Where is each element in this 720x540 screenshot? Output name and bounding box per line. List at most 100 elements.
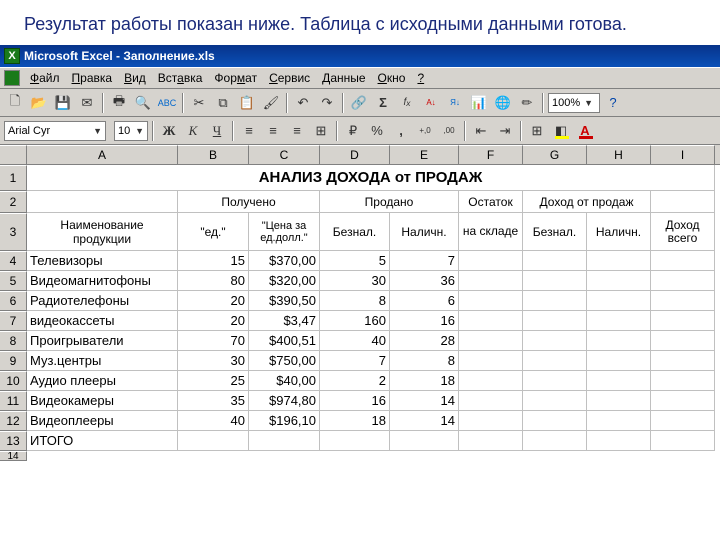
cell[interactable]: 160 xyxy=(320,311,390,331)
cell[interactable]: 16 xyxy=(390,311,459,331)
open-icon[interactable]: 📂 xyxy=(28,92,50,114)
menu-bar[interactable]: Файл Правка Вид Вставка Формат Сервис Да… xyxy=(0,67,720,89)
cell[interactable]: 18 xyxy=(390,371,459,391)
cell[interactable] xyxy=(587,271,651,291)
cell[interactable] xyxy=(27,191,178,213)
cut-icon[interactable]: ✂ xyxy=(188,92,210,114)
menu-view[interactable]: Вид xyxy=(118,69,152,87)
row-header[interactable]: 3 xyxy=(0,213,27,251)
row-header[interactable]: 10 xyxy=(0,371,27,391)
row-header[interactable]: 9 xyxy=(0,351,27,371)
chart-icon[interactable]: 📊 xyxy=(468,92,490,114)
cell[interactable] xyxy=(320,431,390,451)
cell[interactable]: $40,00 xyxy=(249,371,320,391)
align-right-icon[interactable]: ≡ xyxy=(286,120,308,142)
fill-color-icon[interactable]: ◧ xyxy=(550,120,572,142)
undo-icon[interactable]: ↶ xyxy=(292,92,314,114)
cell[interactable]: 35 xyxy=(178,391,249,411)
cell[interactable] xyxy=(523,331,587,351)
cell[interactable] xyxy=(587,351,651,371)
menu-window[interactable]: Окно xyxy=(372,69,412,87)
cell[interactable] xyxy=(587,371,651,391)
cell[interactable]: $750,00 xyxy=(249,351,320,371)
cell[interactable] xyxy=(459,431,523,451)
header-product-name[interactable]: Наименование продукции xyxy=(27,213,178,251)
row-header[interactable]: 2 xyxy=(0,191,27,213)
cell[interactable] xyxy=(459,391,523,411)
cell[interactable]: 15 xyxy=(178,251,249,271)
help-icon[interactable]: ? xyxy=(602,92,624,114)
cell[interactable]: Видеоплееры xyxy=(27,411,178,431)
cell[interactable]: Видеокамеры xyxy=(27,391,178,411)
increase-decimal-icon[interactable]: +,0 xyxy=(414,120,436,142)
row-header[interactable]: 1 xyxy=(0,165,27,191)
cell[interactable]: 20 xyxy=(178,291,249,311)
menu-format[interactable]: Формат xyxy=(208,69,263,87)
cell[interactable]: 25 xyxy=(178,371,249,391)
autosum-icon[interactable]: Σ xyxy=(372,92,394,114)
row-header[interactable]: 7 xyxy=(0,311,27,331)
cell[interactable] xyxy=(249,431,320,451)
paste-icon[interactable]: 📋 xyxy=(236,92,258,114)
cell[interactable] xyxy=(459,291,523,311)
cell[interactable]: 16 xyxy=(320,391,390,411)
menu-file[interactable]: Файл xyxy=(24,69,66,87)
cell[interactable] xyxy=(390,431,459,451)
header-cashless[interactable]: Безнал. xyxy=(320,213,390,251)
menu-data[interactable]: Данные xyxy=(316,69,371,87)
col-header-d[interactable]: D xyxy=(320,145,390,164)
cell[interactable] xyxy=(523,391,587,411)
header-price[interactable]: "Цена за ед.долл." xyxy=(249,213,320,251)
map-icon[interactable]: 🌐 xyxy=(492,92,514,114)
new-icon[interactable]: 🗋 xyxy=(4,92,26,114)
cell[interactable]: 5 xyxy=(320,251,390,271)
row-header[interactable]: 11 xyxy=(0,391,27,411)
cell[interactable] xyxy=(459,351,523,371)
cell[interactable] xyxy=(651,371,715,391)
cell[interactable]: Видеомагнитофоны xyxy=(27,271,178,291)
cell[interactable] xyxy=(587,311,651,331)
decrease-decimal-icon[interactable]: ,00 xyxy=(438,120,460,142)
cell[interactable]: 18 xyxy=(320,411,390,431)
cell[interactable]: 8 xyxy=(320,291,390,311)
redo-icon[interactable]: ↷ xyxy=(316,92,338,114)
select-all-corner[interactable] xyxy=(0,145,27,164)
cell[interactable] xyxy=(523,351,587,371)
cell[interactable] xyxy=(523,271,587,291)
align-center-icon[interactable]: ≡ xyxy=(262,120,284,142)
header-stock[interactable]: Остаток xyxy=(459,191,523,213)
cell[interactable] xyxy=(587,411,651,431)
cell[interactable] xyxy=(459,331,523,351)
cell[interactable] xyxy=(459,271,523,291)
header-stock-left[interactable]: на складе xyxy=(459,213,523,251)
row-header[interactable]: 5 xyxy=(0,271,27,291)
cell[interactable] xyxy=(651,431,715,451)
cell[interactable] xyxy=(523,371,587,391)
cell[interactable]: 30 xyxy=(320,271,390,291)
cell[interactable] xyxy=(523,411,587,431)
hyperlink-icon[interactable]: 🔗 xyxy=(348,92,370,114)
currency-icon[interactable]: ₽ xyxy=(342,120,364,142)
cell[interactable] xyxy=(178,431,249,451)
sort-asc-icon[interactable]: А↓ xyxy=(420,92,442,114)
cell[interactable]: видеокассеты xyxy=(27,311,178,331)
preview-icon[interactable]: 🔍 xyxy=(132,92,154,114)
cell[interactable]: Телевизоры xyxy=(27,251,178,271)
header-cash[interactable]: Наличн. xyxy=(390,213,459,251)
row-header[interactable]: 6 xyxy=(0,291,27,311)
cell[interactable]: $390,50 xyxy=(249,291,320,311)
cell[interactable] xyxy=(651,351,715,371)
header-income[interactable]: Доход от продаж xyxy=(523,191,651,213)
font-color-icon[interactable]: A xyxy=(574,120,596,142)
col-header-a[interactable]: A xyxy=(27,145,178,164)
copy-icon[interactable]: ⧉ xyxy=(212,92,234,114)
underline-button[interactable]: Ч xyxy=(206,120,228,142)
row-header[interactable]: 12 xyxy=(0,411,27,431)
cell[interactable]: 20 xyxy=(178,311,249,331)
cell[interactable] xyxy=(459,311,523,331)
cell[interactable]: 7 xyxy=(390,251,459,271)
col-header-h[interactable]: H xyxy=(587,145,651,164)
cell[interactable]: 40 xyxy=(178,411,249,431)
header-sold[interactable]: Продано xyxy=(320,191,459,213)
menu-help[interactable]: ? xyxy=(411,69,430,87)
